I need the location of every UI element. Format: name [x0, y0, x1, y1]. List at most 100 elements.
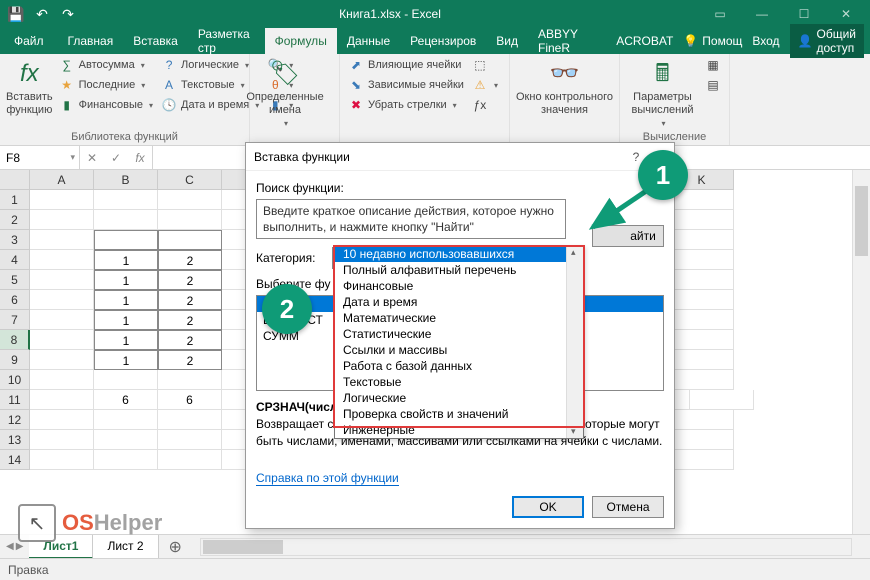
- tab-page-layout[interactable]: Разметка стр: [188, 28, 265, 54]
- cell[interactable]: 6: [94, 390, 158, 410]
- cell[interactable]: [94, 210, 158, 230]
- category-dropdown[interactable]: 10 недавно использовавшихся Полный алфав…: [334, 245, 584, 439]
- cell[interactable]: 2: [158, 290, 222, 310]
- ribbon-options-icon[interactable]: ▭: [700, 2, 740, 26]
- row-header[interactable]: 11: [0, 390, 30, 410]
- name-box[interactable]: F8: [0, 146, 80, 169]
- cell[interactable]: [670, 250, 734, 270]
- dropdown-item[interactable]: 10 недавно использовавшихся: [335, 246, 583, 262]
- cell[interactable]: [30, 210, 94, 230]
- dropdown-scrollbar[interactable]: [566, 246, 583, 438]
- row-header[interactable]: 13: [0, 430, 30, 450]
- cell[interactable]: [30, 330, 94, 350]
- login-link[interactable]: Вход: [752, 34, 779, 48]
- cell[interactable]: [158, 190, 222, 210]
- share-button[interactable]: 👤Общий доступ: [790, 24, 864, 58]
- calc-sheet-button[interactable]: ▤: [703, 76, 723, 94]
- search-input[interactable]: Введите краткое описание действия, котор…: [256, 199, 566, 239]
- tab-abbyy[interactable]: ABBYY FineR: [528, 28, 606, 54]
- tell-me[interactable]: 💡Помощ: [683, 34, 742, 48]
- calc-options-button[interactable]: 🖩 Параметры вычислений▾: [626, 56, 699, 129]
- tab-file[interactable]: Файл: [0, 28, 58, 54]
- financial-button[interactable]: ▮Финансовые▾: [57, 96, 155, 114]
- autosum-button[interactable]: ∑Автосумма▾: [57, 56, 155, 74]
- cell[interactable]: 2: [158, 250, 222, 270]
- calc-now-button[interactable]: ▦: [703, 56, 723, 74]
- cell[interactable]: [670, 430, 734, 450]
- cell[interactable]: [158, 230, 222, 250]
- cell[interactable]: [670, 350, 734, 370]
- accept-formula-icon[interactable]: ✓: [104, 151, 128, 165]
- select-all-corner[interactable]: [0, 170, 30, 190]
- cell[interactable]: [670, 290, 734, 310]
- cell[interactable]: [670, 270, 734, 290]
- evaluate-button[interactable]: ƒx: [470, 96, 500, 114]
- cell[interactable]: [94, 370, 158, 390]
- remove-arrows-button[interactable]: ✖Убрать стрелки▾: [346, 96, 466, 114]
- cell[interactable]: 1: [94, 330, 158, 350]
- close-icon[interactable]: ✕: [826, 2, 866, 26]
- dropdown-item[interactable]: Инженерные: [335, 422, 583, 438]
- row-header[interactable]: 5: [0, 270, 30, 290]
- dropdown-item[interactable]: Текстовые: [335, 374, 583, 390]
- show-formulas-button[interactable]: ⬚: [470, 56, 500, 74]
- cell[interactable]: [158, 210, 222, 230]
- horizontal-scrollbar[interactable]: [200, 538, 852, 556]
- cancel-formula-icon[interactable]: ✕: [80, 151, 104, 165]
- cell[interactable]: [690, 390, 754, 410]
- insert-function-button[interactable]: fx Вставить функцию: [6, 56, 53, 117]
- cell[interactable]: 1: [94, 290, 158, 310]
- cell[interactable]: [30, 430, 94, 450]
- cell[interactable]: [30, 350, 94, 370]
- minimize-icon[interactable]: —: [742, 2, 782, 26]
- cell[interactable]: [670, 310, 734, 330]
- cell[interactable]: [670, 450, 734, 470]
- tab-insert[interactable]: Вставка: [123, 28, 188, 54]
- cell[interactable]: [670, 230, 734, 250]
- quick-save-icon[interactable]: 💾: [4, 2, 28, 26]
- help-link[interactable]: Справка по этой функции: [256, 471, 399, 486]
- cell[interactable]: [30, 250, 94, 270]
- trace-precedents-button[interactable]: ⬈Влияющие ячейки: [346, 56, 466, 74]
- tab-data[interactable]: Данные: [337, 28, 400, 54]
- cell[interactable]: [30, 450, 94, 470]
- dropdown-item[interactable]: Математические: [335, 310, 583, 326]
- cell[interactable]: [670, 410, 734, 430]
- cell[interactable]: [30, 270, 94, 290]
- row-header[interactable]: 9: [0, 350, 30, 370]
- cell[interactable]: [158, 410, 222, 430]
- row-header[interactable]: 2: [0, 210, 30, 230]
- cell[interactable]: [94, 410, 158, 430]
- cell[interactable]: 2: [158, 350, 222, 370]
- cell[interactable]: [30, 290, 94, 310]
- row-header[interactable]: 10: [0, 370, 30, 390]
- cell[interactable]: [670, 210, 734, 230]
- cell[interactable]: 1: [94, 350, 158, 370]
- cell[interactable]: 2: [158, 270, 222, 290]
- row-header[interactable]: 12: [0, 410, 30, 430]
- column-header[interactable]: A: [30, 170, 94, 190]
- row-header[interactable]: 4: [0, 250, 30, 270]
- row-header[interactable]: 14: [0, 450, 30, 470]
- ok-button[interactable]: OK: [512, 496, 584, 518]
- row-header[interactable]: 1: [0, 190, 30, 210]
- dropdown-item[interactable]: Проверка свойств и значений: [335, 406, 583, 422]
- cell[interactable]: [670, 330, 734, 350]
- tab-view[interactable]: Вид: [486, 28, 528, 54]
- tab-home[interactable]: Главная: [58, 28, 124, 54]
- cell[interactable]: 1: [94, 310, 158, 330]
- cell[interactable]: [158, 370, 222, 390]
- cell[interactable]: [94, 230, 158, 250]
- cell[interactable]: [30, 230, 94, 250]
- cell[interactable]: [94, 190, 158, 210]
- defined-names-button[interactable]: 🏷 Определенные имена▾: [256, 56, 314, 129]
- vertical-scrollbar[interactable]: [852, 170, 870, 534]
- row-header[interactable]: 8: [0, 330, 30, 350]
- cell[interactable]: 2: [158, 330, 222, 350]
- dropdown-item[interactable]: Логические: [335, 390, 583, 406]
- quick-redo-icon[interactable]: ↷: [56, 2, 80, 26]
- cell[interactable]: [30, 310, 94, 330]
- error-check-button[interactable]: ⚠▾: [470, 76, 500, 94]
- row-header[interactable]: 7: [0, 310, 30, 330]
- dropdown-item[interactable]: Статистические: [335, 326, 583, 342]
